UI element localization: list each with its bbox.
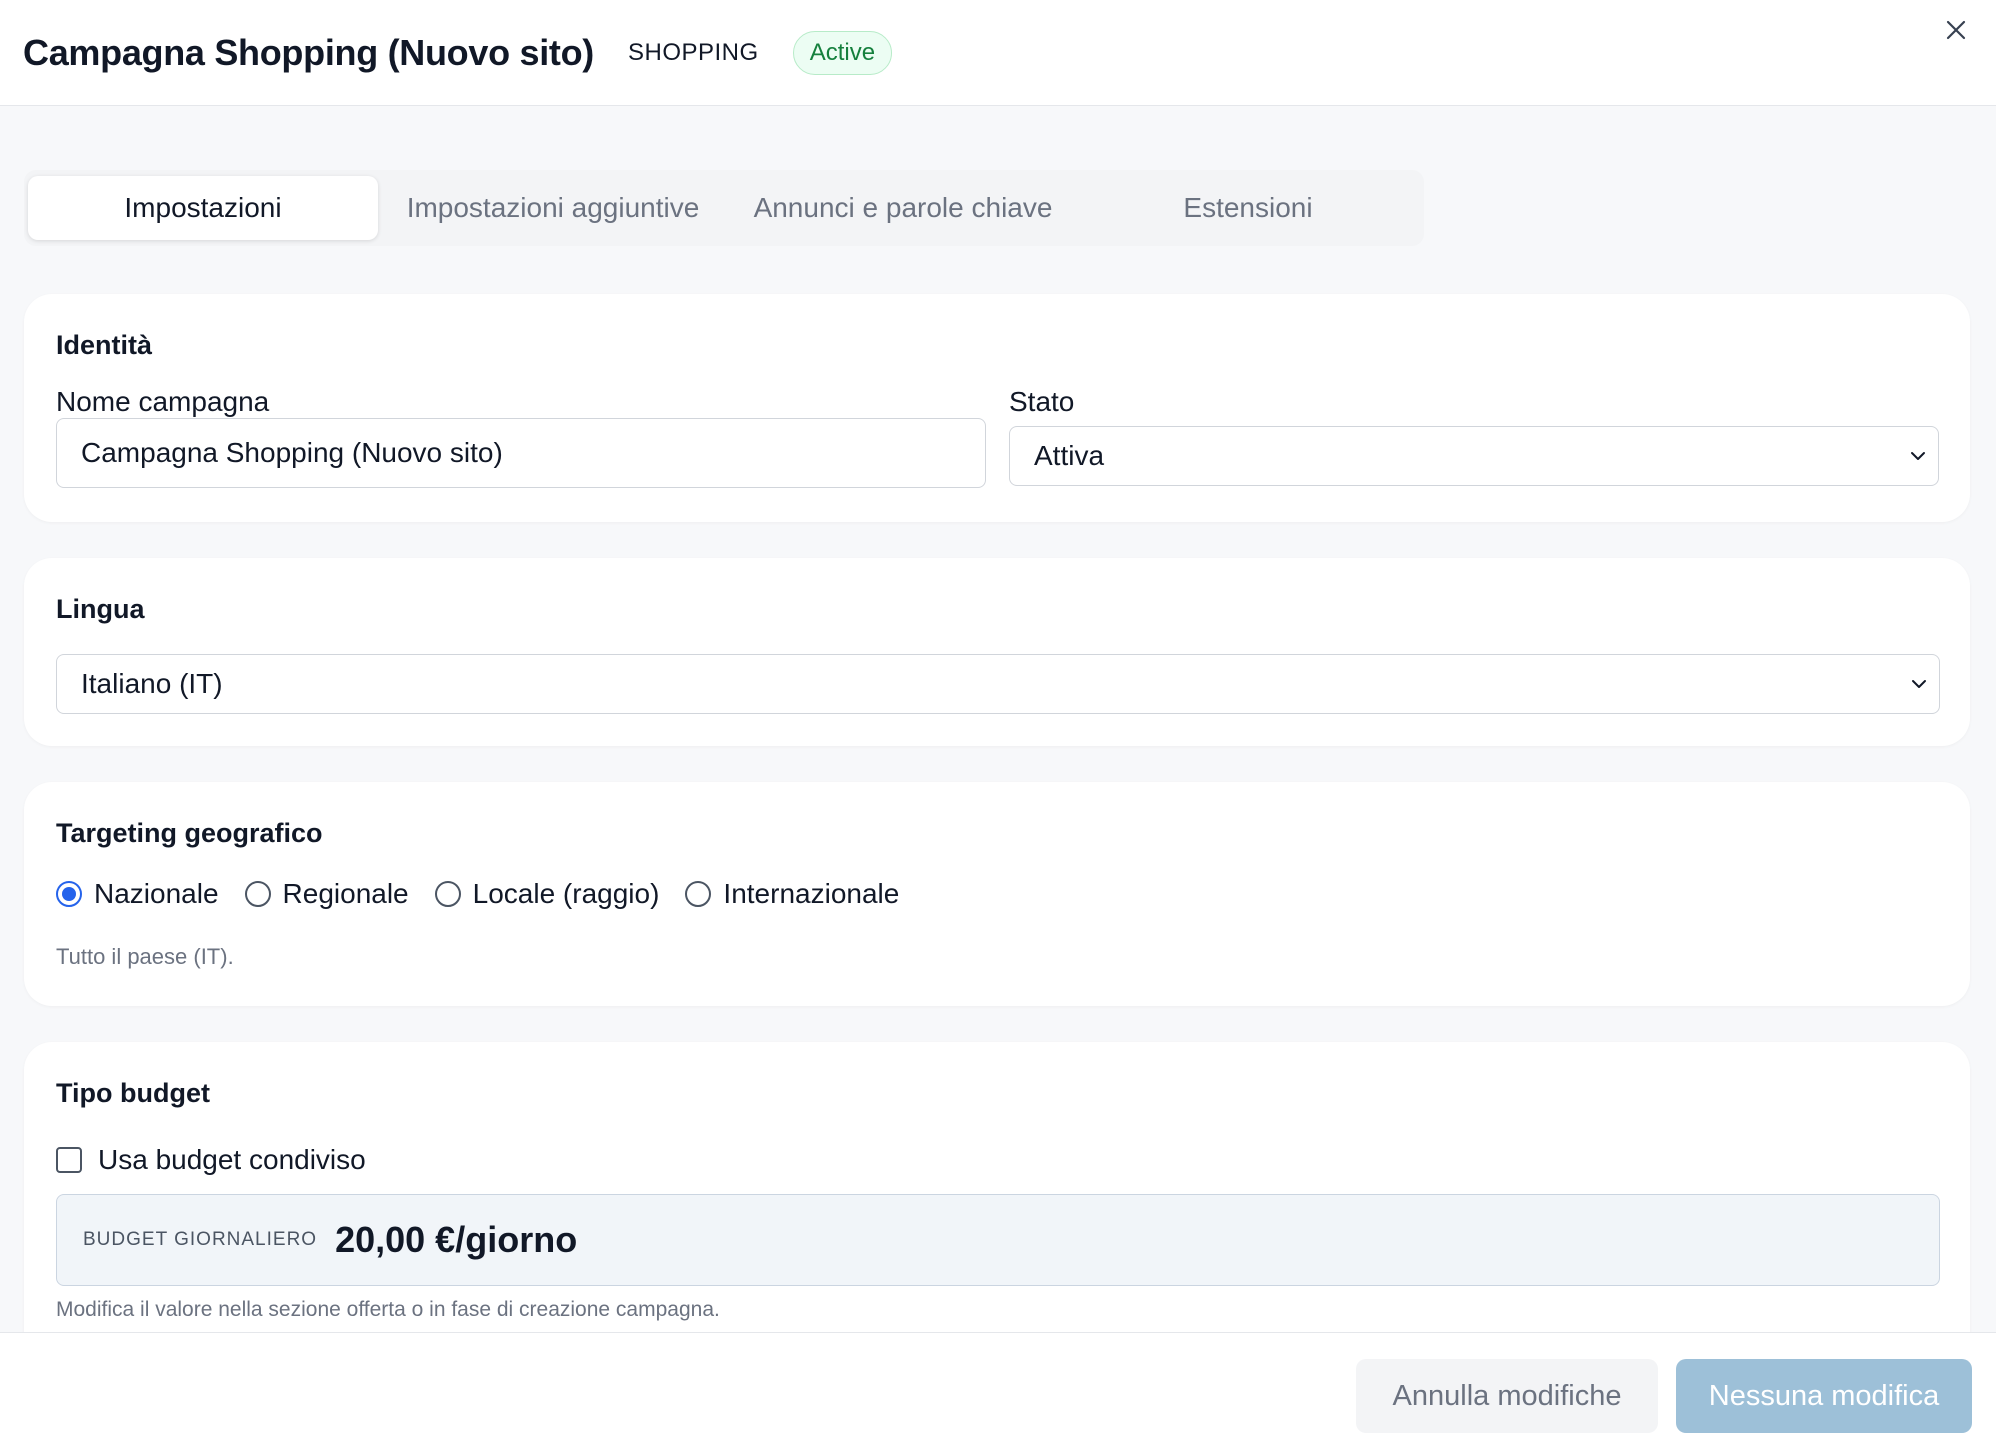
tab-impostazioni-aggiuntive[interactable]: Impostazioni aggiuntive xyxy=(378,176,728,240)
radio-button[interactable] xyxy=(56,881,82,907)
campaign-type-badge: SHOPPING xyxy=(627,38,759,66)
daily-budget-box: BUDGET GIORNALIERO 20,00 €/giorno xyxy=(56,1194,1940,1286)
radio-label: Nazionale xyxy=(94,878,219,909)
chevron-down-icon xyxy=(1911,452,1925,460)
chevron-down-icon xyxy=(1912,680,1926,688)
daily-budget-value: 20,00 €/giorno xyxy=(335,1219,578,1260)
radio-regionale[interactable]: Regionale xyxy=(244,878,409,910)
tab-impostazioni[interactable]: Impostazioni xyxy=(28,176,378,240)
radio-label: Locale (raggio) xyxy=(472,878,660,909)
tab-annunci-parole-chiave[interactable]: Annunci e parole chiave xyxy=(728,176,1078,240)
shared-budget-option[interactable]: Usa budget condiviso xyxy=(56,1144,366,1176)
language-card: Lingua Italiano (IT) xyxy=(24,558,1970,746)
status-select-value: Attiva xyxy=(1034,440,1105,471)
campaign-name-input[interactable] xyxy=(56,418,986,488)
modal-footer: Annulla modifiche Nessuna modifica xyxy=(0,1332,1996,1436)
geo-radio-group: Nazionale Regionale Locale (raggio) Inte… xyxy=(56,878,925,910)
radio-internazionale[interactable]: Internazionale xyxy=(685,878,899,910)
language-select[interactable]: Italiano (IT) xyxy=(56,654,1940,714)
tab-bar: Impostazioni Impostazioni aggiuntive Ann… xyxy=(24,170,1424,246)
campaign-name-label: Nome campagna xyxy=(56,386,270,417)
budget-card: Tipo budget Usa budget condiviso BUDGET … xyxy=(24,1042,1970,1362)
budget-hint: Modifica il valore nella sezione offerta… xyxy=(56,1298,720,1321)
identity-card: Identità Nome campagna Stato Attiva xyxy=(24,294,1970,522)
status-select[interactable]: Attiva xyxy=(1009,426,1939,486)
cancel-changes-button[interactable]: Annulla modifiche xyxy=(1356,1359,1658,1433)
geo-hint: Tutto il paese (IT). xyxy=(56,944,234,969)
budget-title: Tipo budget xyxy=(56,1078,210,1108)
close-icon xyxy=(1946,20,1966,40)
geo-targeting-title: Targeting geografico xyxy=(56,818,323,848)
radio-label: Internazionale xyxy=(723,878,900,909)
close-button[interactable] xyxy=(1936,10,1976,50)
radio-nazionale[interactable]: Nazionale xyxy=(56,878,219,910)
save-button[interactable]: Nessuna modifica xyxy=(1676,1359,1972,1433)
radio-button[interactable] xyxy=(685,881,712,907)
status-badge: Active xyxy=(792,30,893,75)
tab-estensioni[interactable]: Estensioni xyxy=(1078,176,1418,240)
radio-button[interactable] xyxy=(244,881,271,907)
page-title: Campagna Shopping (Nuovo sito) xyxy=(23,31,594,73)
shared-budget-label: Usa budget condiviso xyxy=(98,1144,366,1175)
modal-header: Campagna Shopping (Nuovo sito) SHOPPING … xyxy=(0,0,1996,106)
radio-label: Regionale xyxy=(282,878,409,909)
geo-targeting-card: Targeting geografico Nazionale Regionale… xyxy=(24,782,1970,1006)
language-title: Lingua xyxy=(56,594,145,624)
radio-button[interactable] xyxy=(434,881,461,907)
radio-locale[interactable]: Locale (raggio) xyxy=(434,878,660,910)
status-label: Stato xyxy=(1009,386,1075,417)
daily-budget-label: BUDGET GIORNALIERO xyxy=(83,1229,318,1250)
language-select-value: Italiano (IT) xyxy=(81,668,223,699)
identity-title: Identità xyxy=(56,330,153,360)
shared-budget-checkbox[interactable] xyxy=(56,1147,82,1173)
